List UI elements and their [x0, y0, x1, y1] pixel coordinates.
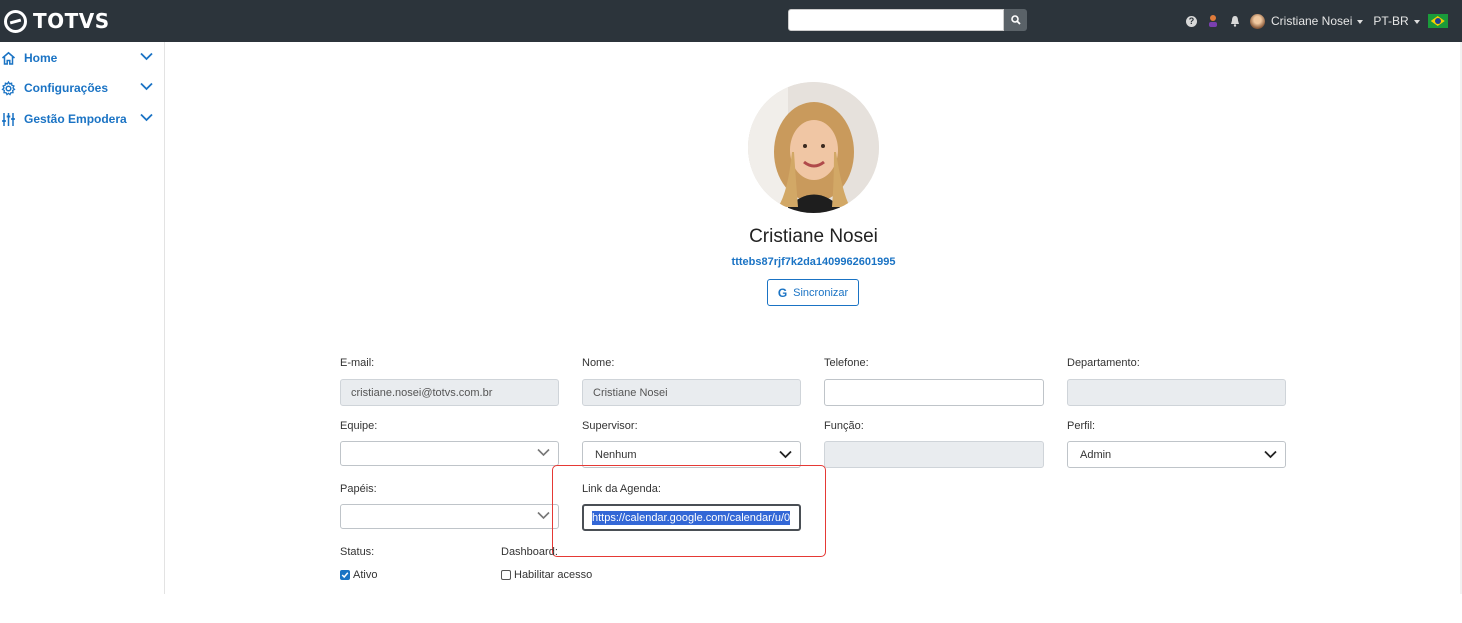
sidebar-item-label: Configurações [24, 81, 109, 95]
highlight-annotation [552, 465, 826, 557]
search-icon [1010, 15, 1021, 25]
dashboard-label: Dashboard: [501, 546, 558, 558]
telefone-field[interactable] [824, 379, 1044, 406]
status-label: Status: [340, 546, 375, 558]
profile-avatar[interactable] [748, 82, 879, 213]
bell-icon[interactable] [1229, 15, 1241, 27]
funcao-label: Função: [824, 420, 864, 432]
top-navbar: TOTVS ? Cristiane Nosei PT-BR [0, 0, 1462, 42]
nome-field[interactable]: Cristiane Nosei [582, 379, 801, 406]
brand-name: TOTVS [33, 9, 110, 33]
telefone-label: Telefone: [824, 357, 869, 369]
chevron-down-icon [1413, 19, 1420, 24]
sidebar-item-label: Home [24, 51, 58, 65]
google-icon: G [777, 285, 788, 300]
search-button[interactable] [1004, 9, 1027, 31]
sidebar: Home Configurações Gestão Empodera [0, 42, 165, 594]
user-menu-name: Cristiane Nosei [1271, 14, 1353, 28]
dashboard-option-label: Habilitar acesso [514, 569, 593, 581]
totvs-logo-icon [4, 9, 27, 33]
dashboard-access-checkbox[interactable]: Habilitar acesso [501, 569, 592, 581]
nome-value: Cristiane Nosei [593, 386, 668, 399]
totvs-logo[interactable]: TOTVS [4, 8, 110, 34]
profile-id: tttebs87rjf7k2da1409962601995 [731, 256, 896, 268]
funcao-field[interactable] [824, 441, 1044, 468]
gear-icon [0, 80, 16, 96]
supervisor-value: Nenhum [595, 448, 637, 461]
perfil-value: Admin [1080, 448, 1112, 461]
status-ativo-checkbox[interactable]: Ativo [340, 569, 377, 581]
search-input[interactable] [788, 9, 1004, 31]
profile-name: Cristiane Nosei [749, 226, 878, 247]
sidebar-item-gestao-empodera[interactable]: Gestão Empodera [0, 109, 160, 129]
language-label: PT-BR [1373, 14, 1409, 28]
chevron-down-icon [537, 511, 550, 520]
email-value: cristiane.nosei@totvs.com.br [351, 386, 493, 399]
sync-button-label: Sincronizar [793, 286, 849, 299]
papeis-select[interactable] [340, 504, 559, 529]
user-avatar-small[interactable] [1250, 13, 1265, 29]
sidebar-item-configuracoes[interactable]: Configurações [0, 78, 160, 98]
departamento-label: Departamento: [1067, 357, 1140, 369]
perfil-select[interactable]: Admin [1067, 441, 1286, 468]
home-icon [0, 50, 16, 66]
user-menu[interactable]: Cristiane Nosei [1271, 14, 1364, 28]
equipe-label: Equipe: [340, 420, 378, 432]
brazil-flag-icon[interactable] [1427, 14, 1448, 28]
sync-google-button[interactable]: G Sincronizar [767, 279, 859, 306]
equipe-select[interactable] [340, 441, 559, 466]
perfil-label: Perfil: [1067, 420, 1096, 432]
checkbox-checked-icon [340, 570, 350, 580]
email-label: E-mail: [340, 357, 375, 369]
chevron-down-icon [1264, 450, 1277, 459]
papeis-label: Papéis: [340, 483, 377, 495]
chevron-down-icon [779, 450, 792, 459]
email-field[interactable]: cristiane.nosei@totvs.com.br [340, 379, 559, 406]
chevron-down-icon [1357, 19, 1364, 24]
checkbox-unchecked-icon [501, 570, 511, 580]
supervisor-label: Supervisor: [582, 420, 638, 432]
supervisor-select[interactable]: Nenhum [582, 441, 801, 468]
chevron-down-icon [537, 448, 550, 457]
help-icon[interactable]: ? [1186, 15, 1197, 27]
chevron-down-icon [140, 52, 153, 61]
person-icon[interactable] [1206, 14, 1220, 28]
sidebar-item-label: Gestão Empodera [24, 112, 127, 126]
chevron-down-icon [140, 82, 153, 91]
header-actions: ? Cristiane Nosei PT-BR [1186, 11, 1448, 31]
nome-label: Nome: [582, 357, 615, 369]
chevron-down-icon [140, 113, 153, 122]
departamento-field[interactable] [1067, 379, 1286, 406]
sidebar-item-home[interactable]: Home [0, 48, 160, 68]
sliders-icon [0, 111, 16, 127]
status-option-label: Ativo [353, 569, 378, 581]
language-menu[interactable]: PT-BR [1373, 14, 1420, 28]
